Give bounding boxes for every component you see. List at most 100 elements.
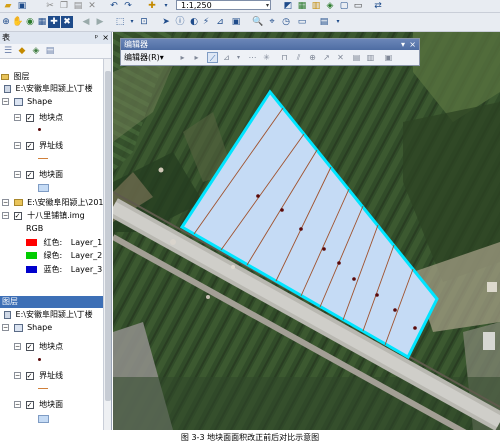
layer-polygon-2[interactable]: − ✓ 地块面 <box>14 399 63 411</box>
search-window-icon[interactable]: ◈ <box>324 0 336 12</box>
toc-scrollbar[interactable] <box>103 59 111 430</box>
layer-line-2[interactable]: − ✓ 界址线 <box>14 370 63 382</box>
python-icon[interactable]: ▭ <box>352 0 364 12</box>
clear-selection-icon[interactable]: ⊡ <box>138 16 150 28</box>
reshape-feature-icon[interactable]: ⊓ <box>279 52 290 63</box>
collapse-icon[interactable]: − <box>14 142 21 149</box>
undo-icon[interactable]: ↶ <box>108 0 120 12</box>
collapse-icon[interactable]: − <box>14 114 21 121</box>
layer-visibility-checkbox[interactable]: ✓ <box>25 141 34 150</box>
map-view[interactable] <box>113 32 500 430</box>
layer-visibility-checkbox[interactable]: ✓ <box>25 371 34 380</box>
select-features-icon[interactable]: ⬚ <box>114 16 126 28</box>
edit-annotation-icon[interactable]: ▸ <box>191 52 202 63</box>
construction-dropdown-icon[interactable]: ▾ <box>233 52 244 63</box>
find-route-icon[interactable]: ▣ <box>230 16 242 28</box>
toolbar-options-icon[interactable]: ▾ <box>401 39 405 50</box>
edit-settings-icon[interactable]: ▣ <box>383 52 394 63</box>
layer-visibility-checkbox[interactable]: ✓ <box>25 170 34 179</box>
redo-icon[interactable]: ↷ <box>122 0 134 12</box>
map-scale-combo[interactable]: 1:1,250 ▾ <box>176 0 271 10</box>
editor-toolbar-icon[interactable]: ◩ <box>282 0 294 12</box>
workspace-path-2[interactable]: − E:\安徽阜阳颍上\2014 <box>2 197 109 209</box>
hyperlink-icon[interactable]: ⚡ <box>200 16 212 28</box>
measure-icon[interactable]: ⊿ <box>214 16 226 28</box>
editor-menu-button[interactable]: 编辑器(R)▾ <box>124 52 164 64</box>
collapse-icon[interactable]: − <box>14 372 21 379</box>
go-to-xy-icon[interactable]: ⌖ <box>266 16 278 28</box>
split-tool-icon[interactable]: ⊕ <box>307 52 318 63</box>
layer-polygon-1[interactable]: − ✓ 地块面 <box>14 169 63 181</box>
collapse-icon[interactable]: − <box>2 324 9 331</box>
cut-polygons-icon[interactable]: ⫽ <box>293 52 304 63</box>
full-extent-icon[interactable]: ◉ <box>24 16 36 28</box>
list-by-visibility-icon[interactable]: ◈ <box>30 45 42 57</box>
save-icon[interactable]: ▣ <box>16 0 28 12</box>
layer-visibility-checkbox[interactable]: ✓ <box>13 211 22 220</box>
copy-icon[interactable]: ❐ <box>58 0 70 12</box>
open-folder-icon[interactable]: ▰ <box>2 0 14 12</box>
straight-segment-icon[interactable]: ⟋ <box>207 52 218 63</box>
select-elements-icon[interactable]: ➤ <box>160 16 172 28</box>
layer-visibility-checkbox[interactable]: ✓ <box>25 342 34 351</box>
layer-visibility-checkbox[interactable]: ✓ <box>25 113 34 122</box>
edit-tool-icon[interactable]: ▸ <box>177 52 188 63</box>
pin-icon[interactable]: ᵖ <box>95 32 98 44</box>
create-viewer-icon[interactable]: ▭ <box>296 16 308 28</box>
collapse-icon[interactable]: − <box>14 343 21 350</box>
scrollbar-thumb[interactable] <box>105 71 111 401</box>
raster-layer[interactable]: − ✓ 十八里铺镇.img <box>2 210 85 222</box>
fixed-zoom-out-icon[interactable]: ✖ <box>61 16 73 28</box>
edit-vertices-icon[interactable]: ✳ <box>261 52 272 63</box>
back-extent-icon[interactable]: ◀ <box>80 16 92 28</box>
forward-extent-icon[interactable]: ▶ <box>94 16 106 28</box>
cut-icon[interactable]: ✂ <box>44 0 56 12</box>
pan-icon[interactable]: ✋ <box>12 16 24 28</box>
attributes-icon[interactable]: ✕ <box>335 52 346 63</box>
collapse-icon[interactable]: − <box>2 212 9 219</box>
model-builder-icon[interactable]: ⇄ <box>372 0 384 12</box>
add-data-icon[interactable]: ✚ <box>146 0 158 12</box>
select-dropdown-icon[interactable]: ▾ <box>126 16 138 28</box>
line-tool-icon[interactable]: ⊿ <box>221 52 232 63</box>
editor-toolbar-title-bar[interactable]: 编辑器 ▾ × <box>121 39 419 50</box>
shape-group-2[interactable]: − Shape <box>2 322 52 334</box>
parcel-polygon[interactable] <box>179 89 439 360</box>
zoom-in-icon[interactable]: ⊕ <box>0 16 12 28</box>
collapse-icon[interactable]: − <box>14 401 21 408</box>
workspace-path-1[interactable]: E:\安徽阜阳颍上\丁楼 <box>4 83 93 95</box>
layers-group-2[interactable]: 图层 <box>0 296 104 308</box>
time-slider-icon[interactable]: ◷ <box>280 16 292 28</box>
midpoint-icon[interactable]: ⋯ <box>247 52 258 63</box>
create-features-icon[interactable]: ▥ <box>365 52 376 63</box>
add-data-dropdown-icon[interactable]: ▾ <box>160 0 172 12</box>
layout-dropdown-icon[interactable]: ▾ <box>332 16 344 28</box>
close-icon[interactable]: × <box>409 39 416 50</box>
close-icon[interactable]: × <box>102 32 109 44</box>
paste-icon[interactable]: ▤ <box>72 0 84 12</box>
layout-view-icon[interactable]: ▤ <box>318 16 330 28</box>
layer-visibility-checkbox[interactable]: ✓ <box>25 400 34 409</box>
layers-group-1[interactable]: 图层 <box>1 71 30 83</box>
rotate-tool-icon[interactable]: ↗ <box>321 52 332 63</box>
sketch-properties-icon[interactable]: ▤ <box>351 52 362 63</box>
html-popup-icon[interactable]: ◐ <box>188 16 200 28</box>
list-by-drawing-order-icon[interactable]: ☰ <box>2 45 14 57</box>
find-icon[interactable]: 🔍 <box>252 16 264 28</box>
collapse-icon[interactable]: − <box>14 171 21 178</box>
delete-icon[interactable]: ✕ <box>86 0 98 12</box>
table-of-contents-icon[interactable]: ▦ <box>296 0 308 12</box>
layer-point-1[interactable]: − ✓ 地块点 <box>14 112 63 124</box>
workspace-path-3[interactable]: E:\安徽阜阳颍上\丁楼 <box>4 309 93 321</box>
layer-line-1[interactable]: − ✓ 界址线 <box>14 140 63 152</box>
fixed-zoom-in-icon[interactable]: ✚ <box>48 16 60 28</box>
identify-icon[interactable]: ⓘ <box>174 16 186 28</box>
collapse-icon[interactable]: − <box>2 98 9 105</box>
arctoolbox-icon[interactable]: ▢ <box>338 0 350 12</box>
layer-point-2[interactable]: − ✓ 地块点 <box>14 341 63 353</box>
catalog-icon[interactable]: ▥ <box>310 0 322 12</box>
data-frame-icon[interactable]: ▦ <box>36 16 48 28</box>
list-by-source-icon[interactable]: ◆ <box>16 45 28 57</box>
collapse-icon[interactable]: − <box>2 199 9 206</box>
shape-group-1[interactable]: − Shape <box>2 96 52 108</box>
